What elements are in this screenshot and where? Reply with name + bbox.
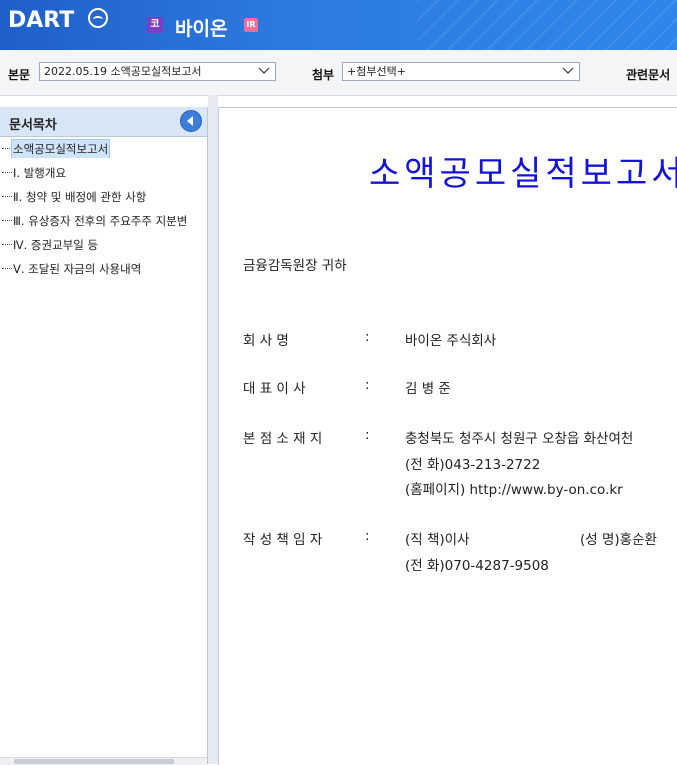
toc-item-5[interactable]: Ⅴ. 조달된 자금의 사용내역 <box>0 258 207 278</box>
tree-connector <box>2 268 12 269</box>
body-label: 본문 <box>8 68 31 82</box>
attach-select[interactable]: +첨부선택+ <box>342 62 580 81</box>
chevron-down-icon <box>258 66 270 76</box>
document-viewer: 소액공모실적보고서 금융감독원장 귀하 회 사 명 : 바이온 주식회사 대 표… <box>218 107 677 765</box>
ir-badge[interactable]: IR <box>244 18 258 32</box>
preparer-title: (직 책)이사 <box>405 532 470 548</box>
toc-item-2[interactable]: Ⅱ. 청약 및 배정에 관한 사항 <box>0 186 207 206</box>
toolbar: 본문 2022.05.19 소액공모실적보고서 첨부 +첨부선택+ 관련문서 <box>0 50 677 96</box>
chevron-down-icon <box>562 66 574 76</box>
toc-item-label: Ⅴ. 조달된 자금의 사용내역 <box>13 262 142 276</box>
field-label: 본 점 소 재 지 <box>243 431 323 447</box>
toc-item-3[interactable]: Ⅲ. 유상증자 전후의 주요주주 지분변 <box>0 210 207 230</box>
toc-title: 문서목차 <box>9 118 57 133</box>
toc-item-1[interactable]: Ⅰ. 발행개요 <box>0 162 207 182</box>
field-separator: : <box>365 528 370 544</box>
field-label: 작 성 책 임 자 <box>243 532 323 548</box>
field-label: 회 사 명 <box>243 333 289 349</box>
company-name: 바이온 <box>175 18 228 40</box>
hq-phone: (전 화)043-213-2722 <box>405 457 541 473</box>
body-select[interactable]: 2022.05.19 소액공모실적보고서 <box>39 62 276 81</box>
toc-item-report[interactable]: 소액공모실적보고서 <box>0 138 207 158</box>
hq-homepage[interactable]: (홈페이지) http://www.by-on.co.kr <box>405 478 623 498</box>
dart-logo[interactable]: DART <box>8 8 74 33</box>
addressee: 금융감독원장 귀하 <box>243 258 347 274</box>
field-separator: : <box>365 329 370 345</box>
table-of-contents-panel: 문서목차 소액공모실적보고서 Ⅰ. 발행개요 Ⅱ. 청약 및 배정에 관한 사항… <box>0 107 208 765</box>
collapse-sidebar-icon[interactable] <box>180 110 202 132</box>
body-select-value: 2022.05.19 소액공모실적보고서 <box>44 65 202 78</box>
toc-item-label: Ⅱ. 청약 및 배정에 관한 사항 <box>13 190 147 204</box>
attach-select-value: +첨부선택+ <box>347 65 406 78</box>
attach-label: 첨부 <box>312 68 335 82</box>
tree-connector <box>2 196 12 197</box>
kosdaq-badge: 코 <box>147 17 163 33</box>
field-value: 바이온 주식회사 <box>405 333 497 349</box>
field-separator: : <box>365 377 370 393</box>
toc-item-label: 소액공모실적보고서 <box>11 139 111 158</box>
preparer-phone: (전 화)070-4287-9508 <box>405 558 549 574</box>
preparer-name: (성 명)홍순환 <box>580 532 657 548</box>
toc-item-label: Ⅲ. 유상증자 전후의 주요주주 지분변 <box>13 214 188 228</box>
related-docs-label[interactable]: 관련문서 <box>626 66 670 83</box>
panel-splitter[interactable] <box>208 95 218 764</box>
field-separator: : <box>365 427 370 443</box>
tree-connector <box>2 220 12 221</box>
toc-item-label: Ⅰ. 발행개요 <box>13 166 67 180</box>
tree-connector <box>2 172 12 173</box>
app-header: DART 코 바이온 IR <box>0 0 677 50</box>
toc-header: 문서목차 <box>0 107 207 137</box>
tree-connector <box>2 244 12 245</box>
field-value: 충청북도 청주시 청원구 오창읍 화산여천 <box>405 431 634 447</box>
document-title: 소액공모실적보고서 <box>369 154 677 194</box>
field-label: 대 표 이 사 <box>243 381 306 397</box>
field-value: 김 병 준 <box>405 381 451 397</box>
toc-item-4[interactable]: Ⅳ. 증권교부일 등 <box>0 234 207 254</box>
dart-logo-icon <box>88 8 108 28</box>
header-decoration <box>417 0 677 50</box>
toc-item-label: Ⅳ. 증권교부일 등 <box>13 238 99 252</box>
scrollbar-thumb[interactable] <box>14 759 174 764</box>
